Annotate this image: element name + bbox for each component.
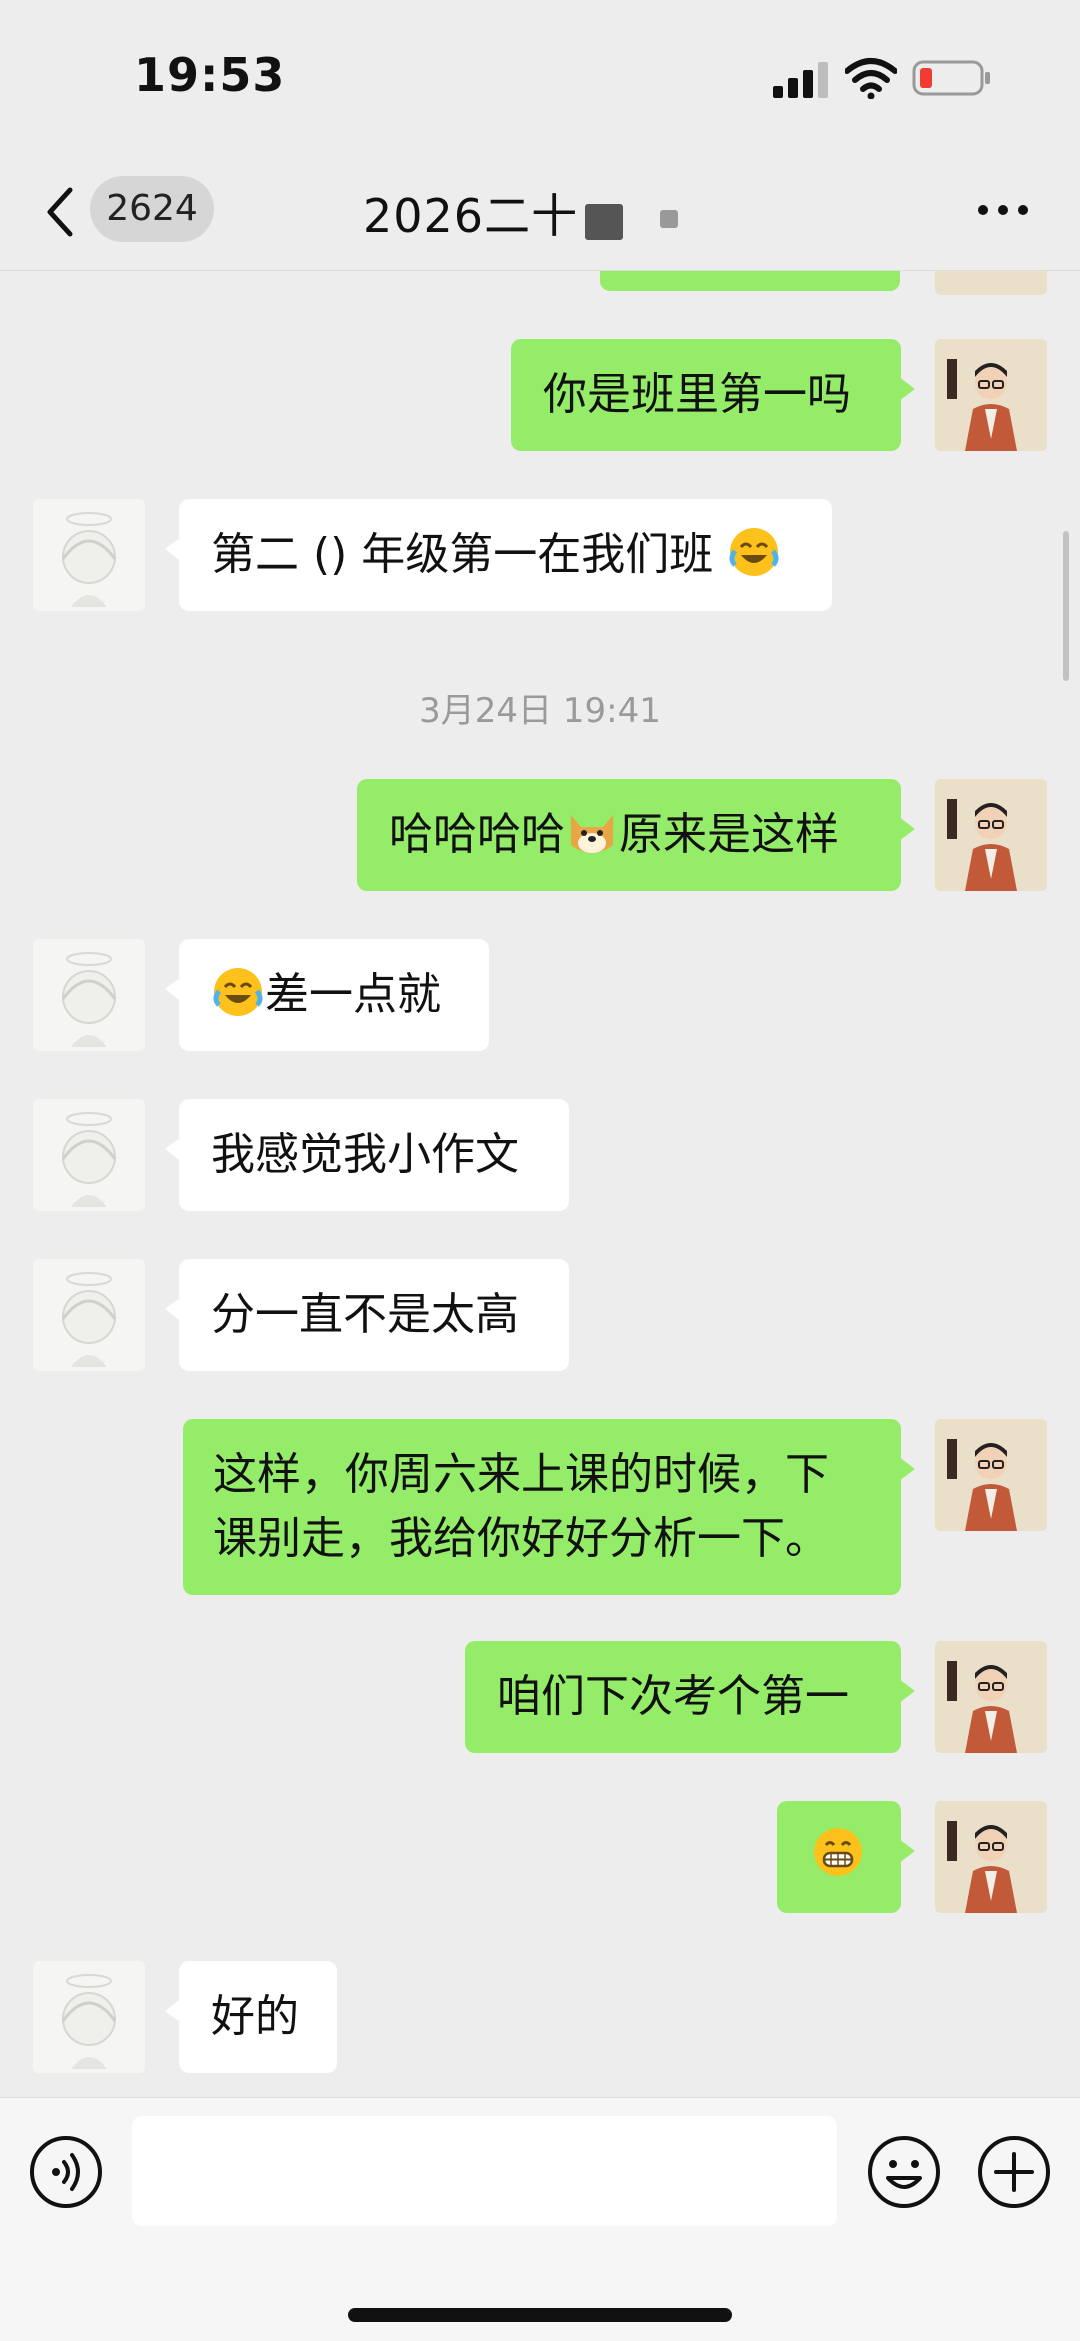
student-avatar-illustration	[33, 1099, 145, 1211]
avatar-self[interactable]	[935, 779, 1047, 891]
message-bubble-self[interactable]: 你是班里第一吗	[511, 339, 915, 451]
message-text: 我感觉我小作文	[211, 1129, 519, 1180]
avatar-self[interactable]	[935, 339, 1047, 451]
message-text: 原来是这样	[619, 809, 839, 860]
message-bubble-other[interactable]: 第二 () 年级第一在我们班	[165, 499, 832, 611]
chat-screen: 19:53 2624 2026二十 你是班里第一吗 第二 () 年级第一在我们班…	[0, 0, 1080, 2341]
grinning-face-emoji-icon	[814, 1828, 862, 1876]
title-redaction	[660, 210, 678, 228]
title-redaction	[585, 204, 623, 240]
wifi-icon	[845, 58, 897, 99]
avatar-self[interactable]	[935, 1641, 1047, 1753]
message-bubble-self[interactable]	[777, 1801, 915, 1913]
signal-icon	[773, 62, 828, 98]
message-text: 差一点就	[265, 969, 441, 1020]
message-bubble-other[interactable]: 差一点就	[165, 939, 489, 1051]
face-with-tears-of-joy-icon	[213, 968, 263, 1016]
message-text: 好的	[211, 1991, 299, 2042]
scrollbar[interactable]	[1063, 531, 1069, 681]
message-text: 分一直不是太高	[211, 1289, 519, 1340]
avatar-other[interactable]	[33, 939, 145, 1051]
status-time: 19:53	[134, 48, 286, 102]
avatar-self[interactable]	[935, 271, 1047, 295]
chat-title: 2026二十	[363, 189, 579, 243]
message-text: 咱们下次考个第一	[497, 1671, 849, 1722]
student-avatar-illustration	[33, 499, 145, 611]
voice-icon[interactable]	[28, 2134, 104, 2210]
teacher-avatar-illustration	[935, 1419, 1047, 1531]
avatar-self[interactable]	[935, 1419, 1047, 1531]
avatar-self[interactable]	[935, 1801, 1047, 1913]
message-text: 第二 () 年级第一在我们班	[211, 529, 714, 580]
smiley-icon[interactable]	[866, 2134, 942, 2210]
chevron-left-icon[interactable]	[40, 180, 80, 244]
home-indicator[interactable]	[348, 2308, 732, 2322]
teacher-avatar-illustration	[935, 779, 1047, 891]
message-bubble-partial[interactable]	[600, 271, 914, 291]
nav-bar: 2624 2026二十	[0, 160, 1080, 271]
message-text-line: 这样，你周六来上课的时候，下	[213, 1449, 829, 1500]
input-bar	[0, 2097, 1080, 2341]
message-bubble-other[interactable]: 好的	[165, 1961, 337, 2073]
doge-face-icon	[571, 815, 613, 853]
teacher-avatar-illustration	[935, 1641, 1047, 1753]
face-with-tears-of-joy-icon	[729, 528, 779, 576]
avatar-other[interactable]	[33, 1259, 145, 1371]
student-avatar-illustration	[33, 1259, 145, 1371]
teacher-avatar-illustration	[935, 339, 1047, 451]
message-text-line: 课别走，我给你好好分析一下。	[213, 1513, 829, 1564]
more-horizontal-icon[interactable]	[975, 196, 1031, 224]
message-bubble-self[interactable]: 这样，你周六来上课的时候，下 课别走，我给你好好分析一下。	[183, 1419, 915, 1595]
student-avatar-illustration	[33, 1961, 145, 2073]
message-bubble-self[interactable]: 咱们下次考个第一	[465, 1641, 915, 1753]
message-input[interactable]	[132, 2116, 837, 2226]
message-bubble-other[interactable]: 分一直不是太高	[165, 1259, 569, 1371]
message-text: 哈哈哈哈	[389, 809, 565, 860]
unread-count-badge[interactable]: 2624	[90, 176, 214, 242]
student-avatar-illustration	[33, 939, 145, 1051]
plus-circle-icon[interactable]	[976, 2134, 1052, 2210]
message-bubble-other[interactable]: 我感觉我小作文	[165, 1099, 569, 1211]
battery-low-icon	[912, 60, 990, 96]
avatar-other[interactable]	[33, 1961, 145, 2073]
timestamp-divider: 3月24日 19:41	[419, 691, 661, 731]
teacher-avatar-illustration	[935, 1801, 1047, 1913]
message-text: 你是班里第一吗	[543, 369, 851, 420]
avatar-other[interactable]	[33, 499, 145, 611]
message-bubble-self[interactable]: 哈哈哈哈 原来是这样	[357, 779, 915, 891]
status-bar: 19:53	[0, 0, 1080, 160]
message-list[interactable]: 你是班里第一吗 第二 () 年级第一在我们班 3月24日 19:41 哈哈哈哈 …	[0, 271, 1080, 2097]
avatar-other[interactable]	[33, 1099, 145, 1211]
